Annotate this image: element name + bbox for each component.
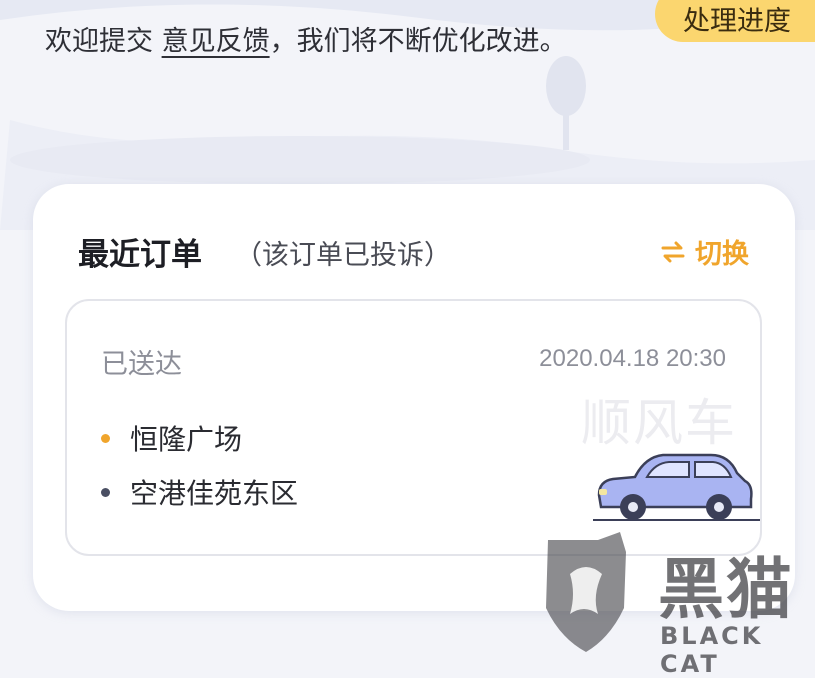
service-watermark: 顺风车 [581,394,737,452]
recent-order-title: 最近订单 [78,237,202,273]
intro-suffix: ，我们将不断优化改进。 [269,26,567,57]
black-cat-watermark-cn: 黑猫 [658,551,794,628]
order-status: 已送达 [101,349,182,380]
progress-button[interactable]: 处理进度 [655,0,815,42]
dropoff-address: 空港佳苑东区 [101,472,298,512]
swap-icon [661,241,685,262]
feedback-link[interactable]: 意见反馈 [162,26,270,57]
order-item[interactable]: 顺风车 已送达 2020.04.18 20:30 恒隆广场 空港佳苑东区 [65,299,762,556]
switch-order-button[interactable]: 切换 [661,232,749,271]
pickup-dot-icon [101,433,110,443]
switch-label: 切换 [695,239,749,270]
intro-text: 欢迎提交 意见反馈，我们将不断优化改进。 [45,18,605,66]
dropoff-dot-icon [101,487,110,497]
order-datetime: 2020.04.18 20:30 [539,345,726,372]
pickup-label: 恒隆广场 [130,423,243,456]
car-icon [593,453,760,521]
pickup-address: 恒隆广场 [101,418,242,458]
complaint-note: （该订单已投诉） [235,240,451,271]
black-cat-watermark-en: BLACK CAT [660,622,764,678]
intro-prefix: 欢迎提交 [45,26,153,57]
dropoff-label: 空港佳苑东区 [130,477,299,510]
